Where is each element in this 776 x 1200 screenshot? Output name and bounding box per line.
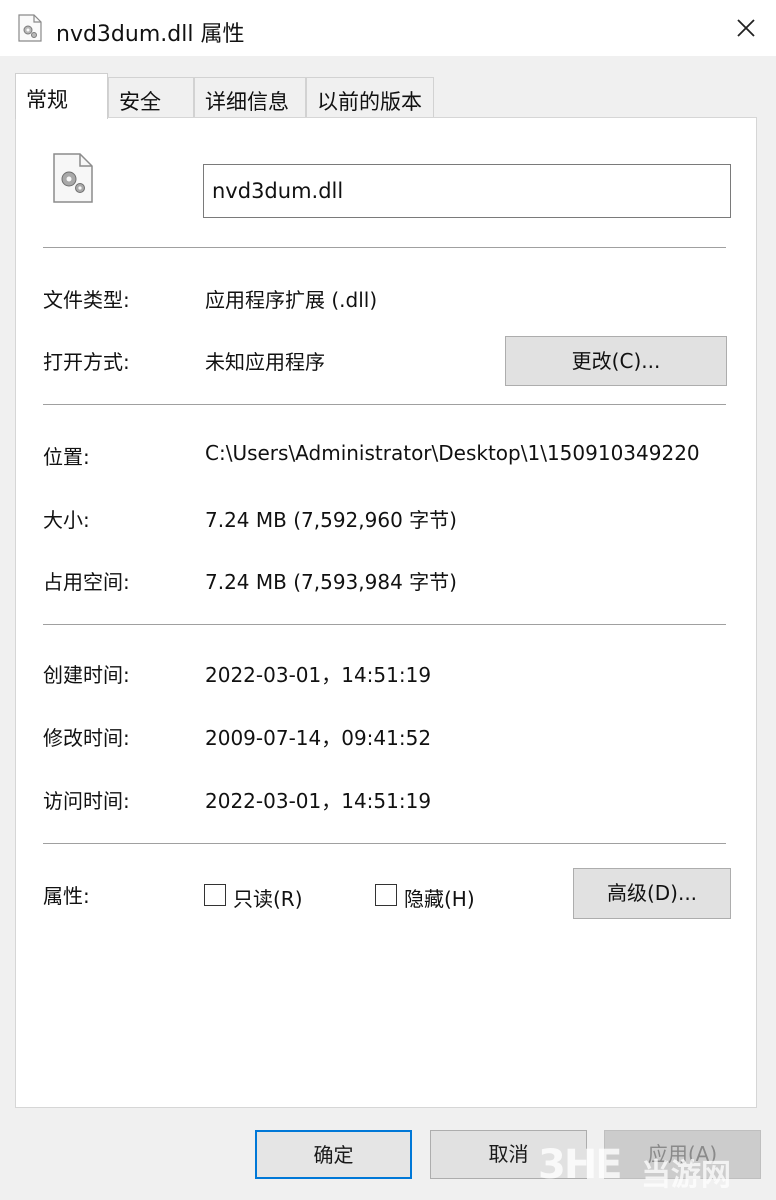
separator xyxy=(43,404,726,405)
general-tab-panel xyxy=(15,117,757,1108)
separator xyxy=(43,843,726,844)
separator xyxy=(43,624,726,625)
file-type-label: 文件类型: xyxy=(43,288,130,312)
attributes-label: 属性: xyxy=(43,884,90,908)
watermark-text: 当游网 xyxy=(641,1158,731,1193)
tab-previous-versions[interactable]: 以前的版本 xyxy=(306,77,434,117)
hidden-checkbox-label[interactable]: 隐藏(H) xyxy=(404,883,475,912)
separator xyxy=(43,247,726,248)
watermark-logo: 3HE xyxy=(538,1142,623,1188)
close-button[interactable] xyxy=(724,8,768,48)
ok-button[interactable]: 确定 xyxy=(255,1130,412,1179)
title-bar: nvd3dum.dll 属性 xyxy=(0,0,776,56)
size-on-disk-value: 7.24 MB (7,593,984 字节) xyxy=(205,570,457,594)
opens-with-label: 打开方式: xyxy=(43,350,130,374)
readonly-checkbox[interactable] xyxy=(204,884,226,906)
modified-value: 2009-07-14，09:41:52 xyxy=(205,726,432,750)
tab-details[interactable]: 详细信息 xyxy=(194,77,306,117)
file-type-value: 应用程序扩展 (.dll) xyxy=(205,288,378,312)
opens-with-value: 未知应用程序 xyxy=(205,350,325,374)
location-value[interactable]: C:\Users\Administrator\Desktop\1\1509103… xyxy=(205,441,733,465)
location-label: 位置: xyxy=(43,445,90,469)
accessed-value: 2022-03-01，14:51:19 xyxy=(205,789,432,813)
file-name-input[interactable] xyxy=(203,164,731,218)
size-value: 7.24 MB (7,592,960 字节) xyxy=(205,508,457,532)
dll-file-icon xyxy=(52,152,94,204)
size-on-disk-label: 占用空间: xyxy=(43,570,130,594)
created-label: 创建时间: xyxy=(43,663,130,687)
tab-security[interactable]: 安全 xyxy=(108,77,194,117)
properties-dialog: nvd3dum.dll 属性 常规 安全 详细信息 以前的版本 文件类型: 应用… xyxy=(0,0,776,1200)
file-gear-icon xyxy=(18,14,42,42)
size-label: 大小: xyxy=(43,508,90,532)
created-value: 2022-03-01，14:51:19 xyxy=(205,663,432,687)
advanced-button[interactable]: 高级(D)... xyxy=(573,868,731,919)
window-title: nvd3dum.dll 属性 xyxy=(56,22,245,47)
accessed-label: 访问时间: xyxy=(43,789,130,813)
close-icon xyxy=(737,19,755,37)
readonly-checkbox-label[interactable]: 只读(R) xyxy=(233,883,303,912)
change-button[interactable]: 更改(C)... xyxy=(505,336,727,386)
hidden-checkbox[interactable] xyxy=(375,884,397,906)
modified-label: 修改时间: xyxy=(43,726,130,750)
tab-general[interactable]: 常规 xyxy=(15,73,108,119)
